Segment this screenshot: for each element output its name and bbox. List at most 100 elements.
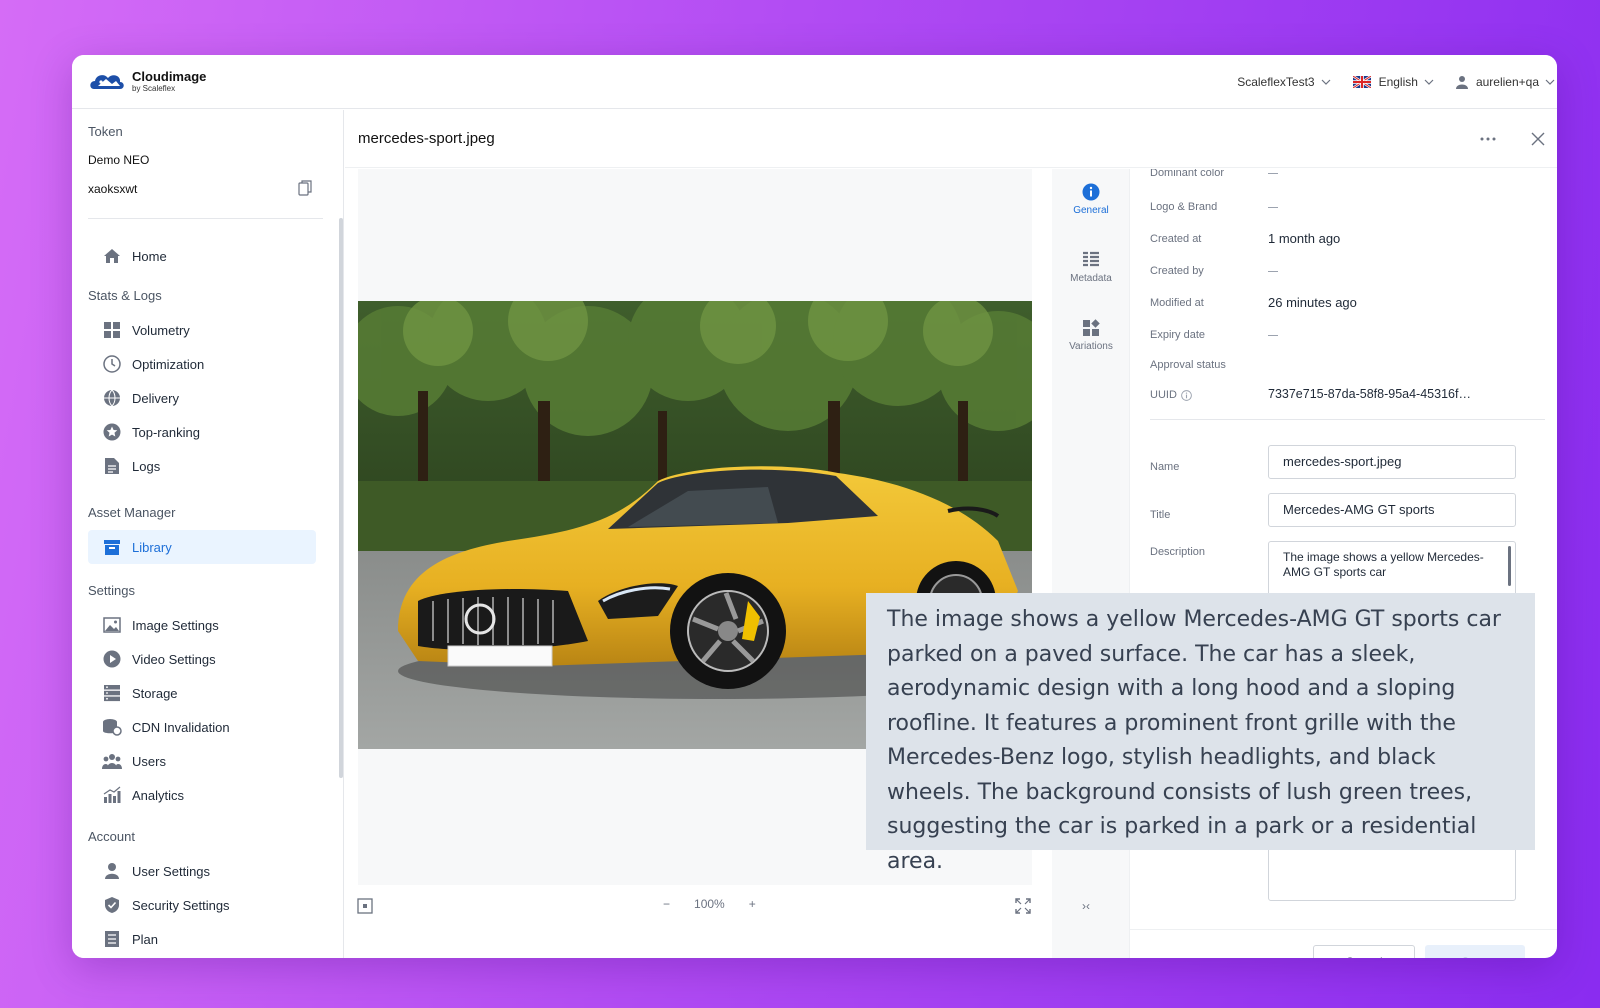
sidebar-item-user-settings[interactable]: User Settings bbox=[88, 854, 316, 888]
sidebar-item-cdn-invalidation[interactable]: CDN Invalidation bbox=[88, 710, 316, 744]
cloud-logo-icon bbox=[88, 67, 126, 95]
sidebar-item-label: Optimization bbox=[132, 357, 204, 372]
plan-icon bbox=[104, 930, 120, 948]
sidebar-item-label: Security Settings bbox=[132, 898, 230, 913]
textarea-scrollbar[interactable] bbox=[1508, 546, 1511, 586]
sidebar-item-label: Image Settings bbox=[132, 618, 219, 633]
uuid-label: UUID bbox=[1150, 389, 1177, 401]
sidebar-item-label: Analytics bbox=[132, 788, 184, 803]
uk-flag-icon bbox=[1353, 76, 1371, 88]
created-at-label: Created at bbox=[1150, 233, 1201, 245]
dominant-color-label: Dominant color bbox=[1150, 169, 1224, 179]
brand-sub: by Scaleflex bbox=[132, 85, 206, 93]
chevron-down-icon bbox=[1424, 77, 1434, 87]
project-selector[interactable]: ScaleflexTest3 bbox=[1237, 75, 1330, 89]
description-text: The image shows a yellow Mercedes-AMG GT… bbox=[1283, 550, 1484, 579]
title-input[interactable]: Mercedes-AMG GT sports bbox=[1268, 493, 1516, 527]
token-id: xaoksxwt bbox=[88, 182, 137, 196]
globe-icon bbox=[103, 389, 121, 407]
metadata-icon bbox=[1082, 251, 1100, 269]
sidebar-item-label: User Settings bbox=[132, 864, 210, 879]
chevron-down-icon bbox=[1321, 77, 1331, 87]
sidebar-item-label: Home bbox=[132, 249, 167, 264]
copy-icon[interactable] bbox=[298, 180, 312, 196]
dashboard-icon bbox=[103, 321, 121, 339]
close-icon[interactable] bbox=[1531, 132, 1545, 146]
sidebar-item-users[interactable]: Users bbox=[88, 744, 316, 778]
shield-icon bbox=[104, 896, 120, 914]
sidebar-item-optimization[interactable]: Optimization bbox=[88, 347, 316, 381]
sidebar-item-volumetry[interactable]: Volumetry bbox=[88, 313, 316, 347]
sidebar-scrollbar[interactable] bbox=[339, 218, 343, 778]
info-icon bbox=[1082, 183, 1100, 201]
zoom-in-button[interactable]: + bbox=[749, 897, 756, 911]
users-icon bbox=[102, 752, 122, 770]
zoom-control: − 100% + bbox=[651, 897, 768, 911]
tab-label: General bbox=[1073, 205, 1109, 216]
info-icon[interactable] bbox=[1181, 390, 1192, 401]
library-icon bbox=[103, 538, 121, 556]
zoom-level: 100% bbox=[694, 897, 725, 911]
sidebar-item-security-settings[interactable]: Security Settings bbox=[88, 888, 316, 922]
clock-icon bbox=[103, 355, 121, 373]
expiry-date-label: Expiry date bbox=[1150, 329, 1205, 341]
sidebar-item-plan[interactable]: Plan bbox=[88, 922, 316, 956]
sidebar-divider bbox=[88, 218, 323, 219]
description-label: Description bbox=[1150, 546, 1205, 558]
sidebar-item-home[interactable]: Home bbox=[88, 239, 316, 273]
description-tooltip: The image shows a yellow Mercedes-AMG GT… bbox=[866, 593, 1535, 850]
tab-general[interactable]: General bbox=[1052, 183, 1130, 216]
modified-at-label: Modified at bbox=[1150, 297, 1204, 309]
sidebar-item-analytics[interactable]: Analytics bbox=[88, 778, 316, 812]
name-input[interactable]: mercedes-sport.jpeg bbox=[1268, 445, 1516, 479]
storage-icon bbox=[103, 684, 121, 702]
user-icon bbox=[104, 862, 120, 880]
zoom-out-button[interactable]: − bbox=[663, 897, 670, 911]
sidebar-item-label: Users bbox=[132, 754, 166, 769]
image-icon bbox=[103, 616, 121, 634]
sidebar-item-label: Delivery bbox=[132, 391, 179, 406]
sidebar-item-storage[interactable]: Storage bbox=[88, 676, 316, 710]
sidebar-item-label: Logs bbox=[132, 459, 160, 474]
sidebar-item-label: Plan bbox=[132, 932, 158, 947]
empty-value-dash bbox=[1268, 173, 1278, 174]
fullscreen-icon[interactable] bbox=[1015, 898, 1031, 914]
approval-status-label: Approval status bbox=[1150, 359, 1226, 371]
tab-variations[interactable]: Variations bbox=[1052, 319, 1130, 352]
empty-value-dash bbox=[1268, 271, 1278, 272]
user-menu[interactable]: aurelien+qa bbox=[1456, 75, 1555, 89]
cloudimage-logo[interactable]: Cloudimage by Scaleflex bbox=[88, 67, 206, 95]
empty-value-dash bbox=[1268, 335, 1278, 336]
uuid-value[interactable]: 7337e715-87da-58f8-95a4-45316f… bbox=[1268, 387, 1471, 401]
section-settings: Settings bbox=[88, 583, 135, 598]
sidebar-item-video-settings[interactable]: Video Settings bbox=[88, 642, 316, 676]
sidebar-item-image-settings[interactable]: Image Settings bbox=[88, 608, 316, 642]
language-label: English bbox=[1379, 75, 1418, 89]
more-options-icon[interactable] bbox=[1479, 132, 1497, 146]
document-icon bbox=[104, 457, 120, 475]
sidebar-item-delivery[interactable]: Delivery bbox=[88, 381, 316, 415]
token-label: Token bbox=[88, 124, 123, 139]
sidebar-item-top-ranking[interactable]: Top-ranking bbox=[88, 415, 316, 449]
language-selector[interactable]: English bbox=[1353, 75, 1434, 89]
cancel-button[interactable]: Cancel bbox=[1313, 945, 1415, 958]
sidebar-item-label: Volumetry bbox=[132, 323, 190, 338]
variations-icon bbox=[1082, 319, 1100, 337]
play-icon bbox=[103, 650, 121, 668]
save-button[interactable]: Save bbox=[1425, 945, 1525, 958]
section-asset-manager: Asset Manager bbox=[88, 505, 175, 520]
collapse-panel-icon[interactable]: ›‹ bbox=[1082, 899, 1090, 913]
tab-label: Variations bbox=[1069, 341, 1113, 352]
bar-chart-icon bbox=[103, 786, 121, 804]
sidebar-item-logs[interactable]: Logs bbox=[88, 449, 316, 483]
tab-metadata[interactable]: Metadata bbox=[1052, 251, 1130, 284]
created-by-label: Created by bbox=[1150, 265, 1204, 277]
database-sync-icon bbox=[102, 718, 122, 736]
name-label: Name bbox=[1150, 461, 1179, 473]
sidebar-item-library[interactable]: Library bbox=[88, 530, 316, 564]
star-icon bbox=[103, 423, 121, 441]
fit-screen-icon[interactable] bbox=[357, 898, 373, 914]
project-name: ScaleflexTest3 bbox=[1237, 75, 1314, 89]
brand-name: Cloudimage bbox=[132, 70, 206, 83]
title-label: Title bbox=[1150, 509, 1170, 521]
